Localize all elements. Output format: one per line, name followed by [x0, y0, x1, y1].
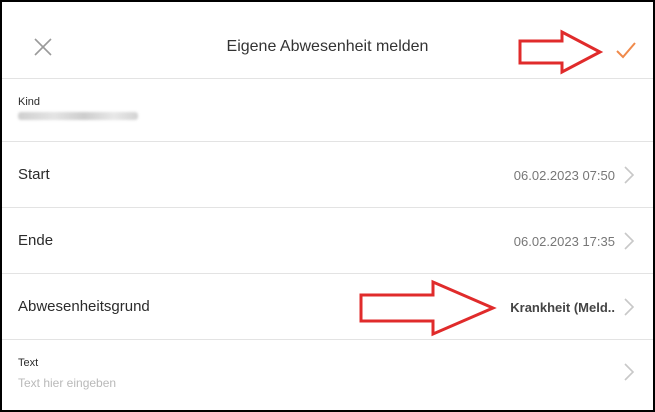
app-window: Eigene Abwesenheit melden Kind Start 06.…: [0, 0, 655, 412]
annotation-arrow-save: [518, 29, 604, 75]
start-row[interactable]: Start 06.02.2023 07:50: [2, 142, 653, 208]
chevron-right-icon: [624, 298, 635, 316]
text-input-placeholder[interactable]: Text hier eingeben: [18, 376, 116, 390]
annotation-arrow-reason: [359, 279, 497, 337]
text-row[interactable]: Text: [2, 340, 653, 410]
abwesenheitsgrund-value: Krankheit (Meld..: [510, 300, 615, 315]
child-name-blurred: [18, 112, 138, 120]
start-value: 06.02.2023 07:50: [513, 168, 615, 183]
kind-label: Kind: [18, 96, 41, 108]
chevron-right-icon: [624, 232, 635, 250]
checkmark-icon[interactable]: [614, 38, 638, 62]
abwesenheitsgrund-row[interactable]: Abwesenheitsgrund Krankheit (Meld..: [2, 274, 653, 340]
chevron-right-icon: [624, 166, 635, 184]
text-label: Text: [18, 357, 39, 369]
ende-row[interactable]: Ende 06.02.2023 17:35: [2, 208, 653, 274]
abwesenheitsgrund-label: Abwesenheitsgrund: [18, 298, 150, 315]
ende-label: Ende: [18, 232, 54, 249]
start-label: Start: [18, 166, 50, 183]
kind-row[interactable]: Kind: [2, 79, 653, 142]
ende-value: 06.02.2023 17:35: [513, 234, 615, 249]
chevron-right-icon: [624, 363, 635, 381]
